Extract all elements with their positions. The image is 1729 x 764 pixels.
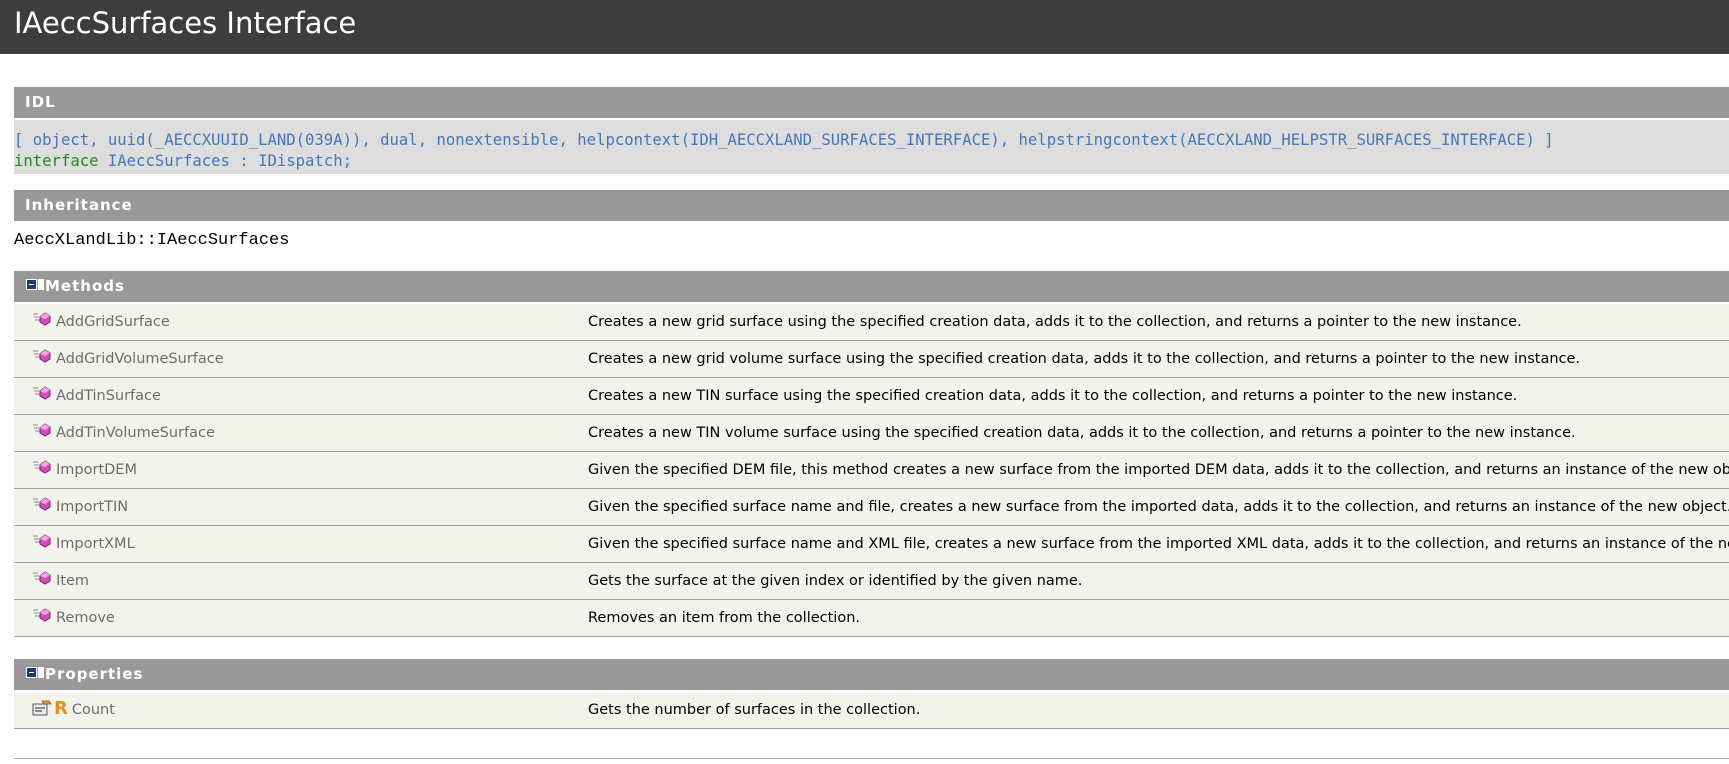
- inheritance-header-label: Inheritance: [25, 196, 133, 214]
- idl-interface-keyword: interface: [14, 152, 99, 170]
- methods-header-label: Methods: [45, 277, 125, 295]
- collapse-icon[interactable]: [26, 667, 37, 678]
- idl-header-label: IDL: [25, 93, 56, 111]
- method-row: AddTinVolumeSurface Creates a new TIN vol…: [14, 414, 1729, 452]
- idl-interface-declaration: IAeccSurfaces : IDispatch;: [98, 152, 352, 170]
- method-row: Remove Removes an item from the collectio…: [14, 599, 1729, 637]
- method-name-cell: ImportTIN: [14, 489, 588, 526]
- method-description: Removes an item from the collection.: [588, 610, 860, 626]
- method-row: ImportDEM Given the specified DEM file, t…: [14, 451, 1729, 489]
- page-title: IAeccSurfaces Interface: [14, 6, 357, 40]
- method-icon: [32, 607, 52, 623]
- collapse-box-icon: [38, 667, 44, 678]
- methods-section-header[interactable]: Methods: [14, 271, 1729, 302]
- method-row: AddGridSurface Creates a new grid surface…: [14, 304, 1729, 341]
- property-row: R Count Gets the number of surfaces in the…: [14, 692, 1729, 729]
- method-link[interactable]: ImportTIN: [56, 499, 128, 515]
- method-name-cell: Remove: [14, 600, 588, 637]
- collapse-box-icon: [38, 279, 44, 290]
- method-name-cell: AddGridSurface: [14, 304, 588, 341]
- method-description: Creates a new grid volume surface using …: [588, 351, 1581, 367]
- method-row: ImportXML Given the specified surface nam…: [14, 525, 1729, 563]
- readonly-badge: R: [54, 697, 68, 719]
- method-icon: [32, 570, 52, 586]
- method-description: Given the specified surface name and XML…: [588, 536, 1729, 552]
- method-icon: [32, 311, 52, 327]
- properties-section-header[interactable]: Properties: [14, 659, 1729, 690]
- method-icon: [32, 533, 52, 549]
- method-row: Item Gets the surface at the given index …: [14, 562, 1729, 600]
- properties-header-label: Properties: [45, 665, 144, 683]
- property-name-cell: R Count: [14, 692, 588, 729]
- method-description: Creates a new TIN surface using the spec…: [588, 388, 1518, 404]
- method-name-cell: AddTinVolumeSurface: [14, 415, 588, 452]
- method-icon: [32, 459, 52, 475]
- method-link[interactable]: AddTinSurface: [56, 388, 161, 404]
- method-name-cell: ImportXML: [14, 526, 588, 563]
- method-description: Given the specified surface name and fil…: [588, 499, 1729, 515]
- method-icon: [32, 348, 52, 364]
- method-description: Gets the surface at the given index or i…: [588, 573, 1083, 589]
- collapse-icon[interactable]: [26, 279, 37, 290]
- method-name-cell: AddTinSurface: [14, 378, 588, 415]
- idl-code-block: [ object, uuid(_AECCXUUID_LAND(039A)), d…: [14, 120, 1729, 174]
- method-description: Given the specified DEM file, this metho…: [588, 462, 1729, 478]
- method-icon: [32, 385, 52, 401]
- properties-table: R Count Gets the number of surfaces in the…: [14, 692, 1729, 729]
- method-link[interactable]: AddGridVolumeSurface: [56, 351, 224, 367]
- title-bar: IAeccSurfaces Interface: [0, 0, 1729, 54]
- method-row: ImportTIN Given the specified surface nam…: [14, 488, 1729, 526]
- method-row: AddGridVolumeSurface Creates a new grid v…: [14, 340, 1729, 378]
- method-link[interactable]: AddGridSurface: [56, 314, 170, 330]
- bottom-divider: [14, 758, 1729, 759]
- method-name-cell: ImportDEM: [14, 452, 588, 489]
- inheritance-text: AeccXLandLib::IAeccSurfaces: [14, 231, 290, 250]
- method-icon: [32, 422, 52, 438]
- property-icon: [32, 700, 52, 716]
- method-link[interactable]: AddTinVolumeSurface: [56, 425, 215, 441]
- property-description: Gets the number of surfaces in the colle…: [588, 702, 921, 718]
- method-link[interactable]: Item: [56, 573, 89, 589]
- method-link[interactable]: ImportXML: [56, 536, 135, 552]
- method-icon: [32, 496, 52, 512]
- method-link[interactable]: ImportDEM: [56, 462, 137, 478]
- method-link[interactable]: Remove: [56, 610, 115, 626]
- method-name-cell: AddGridVolumeSurface: [14, 341, 588, 378]
- method-description: Creates a new grid surface using the spe…: [588, 314, 1522, 330]
- method-description: Creates a new TIN volume surface using t…: [588, 425, 1576, 441]
- methods-table: AddGridSurface Creates a new grid surface…: [14, 304, 1729, 637]
- method-name-cell: Item: [14, 563, 588, 600]
- content: IDL [ object, uuid(_AECCXUUID_LAND(039A)…: [14, 87, 1729, 729]
- property-link[interactable]: Count: [72, 702, 115, 718]
- idl-section-header: IDL: [14, 87, 1729, 118]
- method-row: AddTinSurface Creates a new TIN surface u…: [14, 377, 1729, 415]
- inheritance-section-header: Inheritance: [14, 190, 1729, 221]
- idl-attributes-line: [ object, uuid(_AECCXUUID_LAND(039A)), d…: [14, 131, 1554, 149]
